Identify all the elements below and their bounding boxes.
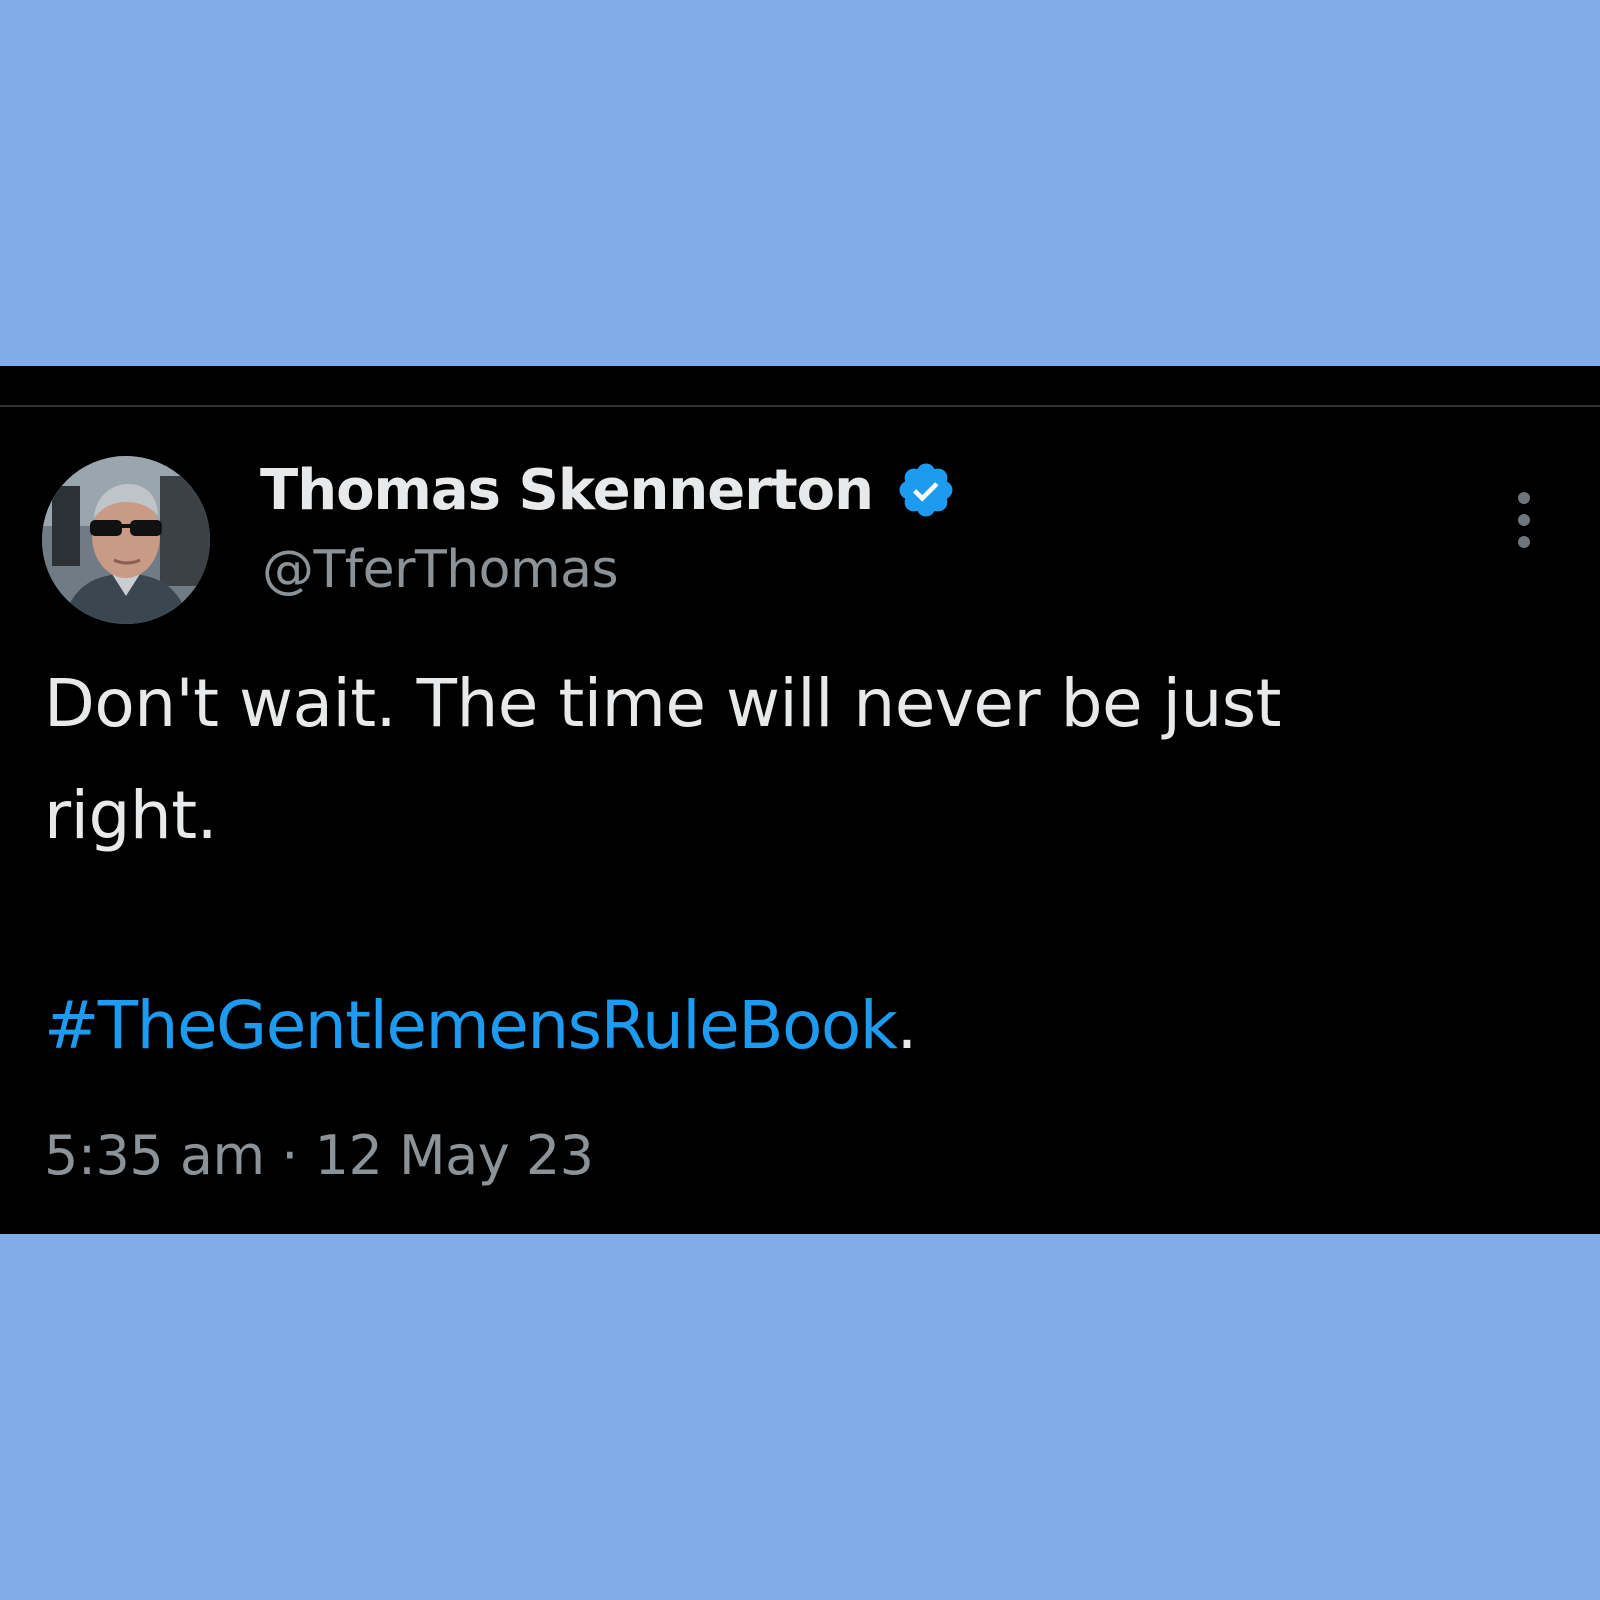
display-name[interactable]: Thomas Skennerton [260,458,874,523]
username-handle[interactable]: @TferThomas [262,540,619,600]
tweet-time: 5:35 am [44,1124,265,1187]
top-divider [0,405,1600,407]
tweet-date: 12 May 23 [314,1124,594,1187]
timestamp-separator: · [281,1124,298,1187]
tweet-card: Thomas Skennerton @TferThomas Don't wait… [0,366,1600,1234]
verified-badge-icon[interactable] [895,459,957,521]
avatar[interactable] [42,456,210,624]
avatar-photo [42,456,210,624]
tweet-timestamp[interactable]: 5:35 am · 12 May 23 [44,1124,594,1187]
tweet-body-text: Don't wait. The time will never be just … [44,665,1282,854]
more-options-vertical-icon[interactable] [1502,488,1546,558]
author-row: Thomas Skennerton [260,454,957,526]
hashtag-link[interactable]: #TheGentlemensRuleBook [44,987,898,1064]
hashtag-line: #TheGentlemensRuleBook. [44,984,918,1068]
hashtag-suffix: . [896,987,918,1064]
